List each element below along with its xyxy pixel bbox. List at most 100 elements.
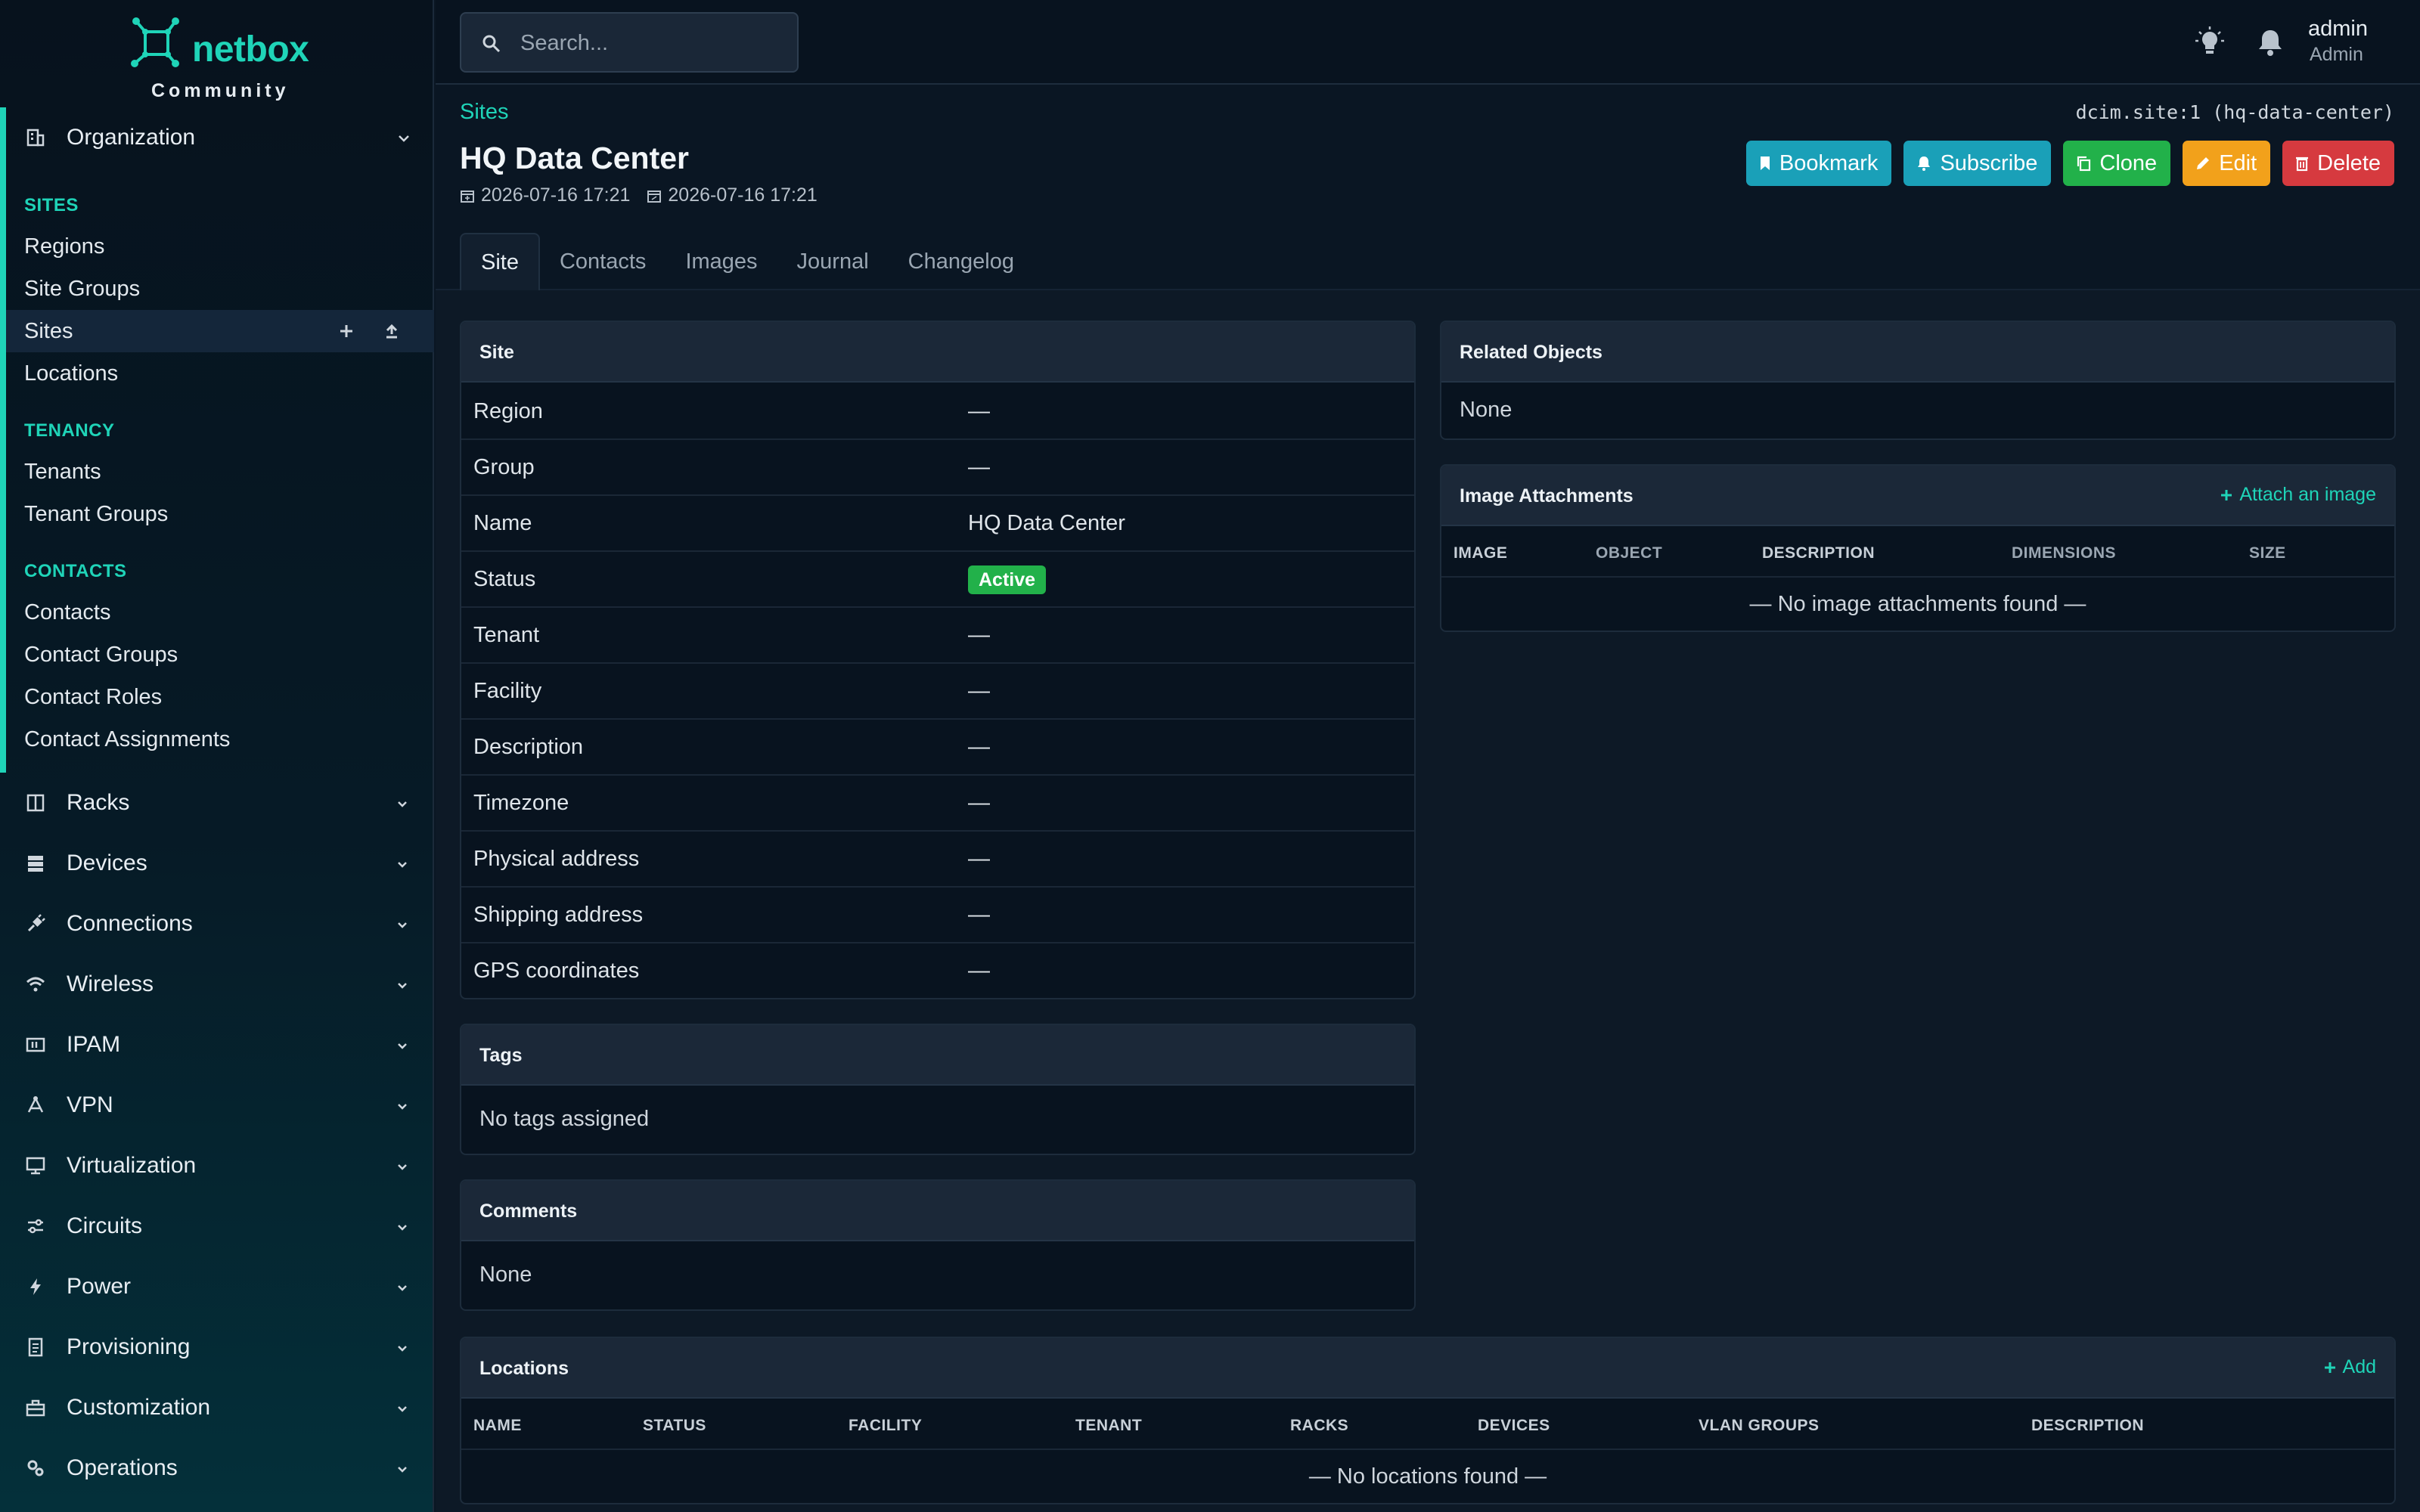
sidebar-item-contacts[interactable]: Contacts bbox=[6, 591, 434, 634]
sidebar-item-contact-roles[interactable]: Contact Roles bbox=[6, 676, 434, 718]
lightbulb-icon[interactable] bbox=[2193, 26, 2226, 59]
server-icon bbox=[24, 852, 47, 875]
section-title-sites: SITES bbox=[24, 195, 79, 215]
menu-customization[interactable]: Customization bbox=[0, 1377, 434, 1438]
chevron-down-icon bbox=[393, 915, 411, 933]
locations-empty-text: — No locations found — bbox=[1308, 1464, 1547, 1489]
breadcrumb-sites[interactable]: Sites bbox=[460, 100, 508, 125]
wifi-icon bbox=[24, 973, 47, 996]
related-objects-card: Related Objects None bbox=[1440, 321, 2396, 440]
related-objects-card-header: Related Objects bbox=[1441, 322, 2394, 383]
delete-button[interactable]: Delete bbox=[2282, 141, 2394, 186]
locations-table-header: NAME STATUS FACILITY TENANT RACKS DEVICE… bbox=[461, 1400, 2394, 1450]
chevron-down-icon bbox=[393, 975, 411, 993]
user-name[interactable]: admin bbox=[2308, 17, 2368, 42]
plus-icon bbox=[2221, 489, 2232, 500]
sidebar-item-tenant-groups[interactable]: Tenant Groups bbox=[6, 493, 434, 535]
pencil-icon bbox=[2197, 157, 2210, 169]
sidebar-item-tenants[interactable]: Tenants bbox=[6, 451, 434, 493]
menu-wireless[interactable]: Wireless bbox=[0, 954, 434, 1015]
created-stamp: 2026-07-16 17:21 bbox=[460, 184, 630, 206]
field-row-name: Name HQ Data Center bbox=[461, 496, 1414, 552]
sidebar-item-regions[interactable]: Regions bbox=[6, 225, 434, 268]
menu-devices[interactable]: Devices bbox=[0, 833, 434, 894]
updated-stamp: 2026-07-16 17:21 bbox=[647, 184, 818, 206]
ip-network-icon bbox=[24, 1033, 47, 1056]
global-search[interactable] bbox=[460, 12, 799, 73]
chevron-down-icon bbox=[393, 1217, 411, 1235]
add-site-icon[interactable] bbox=[336, 321, 357, 342]
attach-image-link[interactable]: Attach an image bbox=[2220, 484, 2376, 506]
menu-vpn[interactable]: VPN bbox=[0, 1075, 434, 1136]
search-icon bbox=[482, 35, 501, 53]
chevron-down-icon bbox=[393, 1459, 411, 1477]
menu-virtualization[interactable]: Virtualization bbox=[0, 1136, 434, 1196]
tab-contacts[interactable]: Contacts bbox=[540, 233, 666, 290]
image-attachments-card-header: Image Attachments Attach an image bbox=[1441, 466, 2394, 526]
comments-empty-text: None bbox=[479, 1263, 532, 1287]
chevron-down-icon bbox=[393, 1278, 411, 1296]
object-actions: Bookmark Subscribe Clone Edit Delete bbox=[1745, 141, 2394, 186]
add-location-link[interactable]: Add bbox=[2323, 1356, 2376, 1378]
locations-card: Locations Add NAME STATUS FACILITY TENAN… bbox=[460, 1337, 2396, 1504]
edit-button[interactable]: Edit bbox=[2183, 141, 2271, 186]
menu-organization-toggle[interactable]: Organization bbox=[6, 107, 440, 168]
field-row-facility: Facility — bbox=[461, 664, 1414, 720]
status-badge: Active bbox=[968, 565, 1047, 594]
image-attachments-table-header: IMAGE OBJECT DESCRIPTION DIMENSIONS SIZE bbox=[1441, 528, 2394, 578]
field-row-tenant: Tenant — bbox=[461, 608, 1414, 664]
menu-connections[interactable]: Connections bbox=[0, 894, 434, 954]
chevron-down-icon bbox=[393, 1157, 411, 1175]
menu-circuits[interactable]: Circuits bbox=[0, 1196, 434, 1256]
field-row-region: Region — bbox=[461, 384, 1414, 440]
site-card-header: Site bbox=[461, 322, 1414, 383]
sidebar-item-locations[interactable]: Locations bbox=[6, 352, 434, 395]
sidebar-item-sites[interactable]: Sites bbox=[6, 310, 434, 352]
sidebar-item-site-groups[interactable]: Site Groups bbox=[6, 268, 434, 310]
chevron-down-icon bbox=[393, 1036, 411, 1054]
building-icon bbox=[24, 126, 47, 149]
brand-logo[interactable]: netbox Community bbox=[129, 15, 310, 101]
user-role: Admin bbox=[2310, 44, 2363, 65]
section-title-tenancy: TENANCY bbox=[24, 420, 115, 441]
menu-ipam[interactable]: IPAM bbox=[0, 1015, 434, 1075]
search-input[interactable] bbox=[520, 26, 777, 60]
chevron-down-icon bbox=[393, 854, 411, 872]
tab-journal[interactable]: Journal bbox=[777, 233, 889, 290]
object-identifier: dcim.site:1 (hq-data-center) bbox=[2075, 101, 2394, 123]
circuit-icon bbox=[24, 1215, 47, 1238]
clone-button[interactable]: Clone bbox=[2063, 141, 2171, 186]
plug-icon bbox=[24, 912, 47, 935]
bookmark-button[interactable]: Bookmark bbox=[1745, 141, 1892, 186]
tags-empty-text: No tags assigned bbox=[479, 1107, 650, 1131]
monitor-icon bbox=[24, 1154, 47, 1177]
tags-card-header: Tags bbox=[461, 1025, 1414, 1086]
menu-provisioning[interactable]: Provisioning bbox=[0, 1317, 434, 1377]
sidebar-item-contact-assignments[interactable]: Contact Assignments bbox=[6, 718, 434, 761]
menu-operations[interactable]: Operations bbox=[0, 1438, 434, 1498]
field-row-status: Status Active bbox=[461, 552, 1414, 608]
top-bar: admin Admin bbox=[436, 0, 2420, 85]
comments-card-header: Comments bbox=[461, 1181, 1414, 1241]
image-attachments-empty-text: — No image attachments found — bbox=[1749, 591, 2086, 616]
tab-images[interactable]: Images bbox=[666, 233, 777, 290]
menu-power[interactable]: Power bbox=[0, 1256, 434, 1317]
trash-icon bbox=[2296, 156, 2309, 172]
bell-icon[interactable] bbox=[2254, 26, 2287, 59]
tab-changelog[interactable]: Changelog bbox=[889, 233, 1034, 290]
subscribe-button[interactable]: Subscribe bbox=[1903, 141, 2052, 186]
tab-site[interactable]: Site bbox=[460, 233, 540, 290]
import-sites-icon[interactable] bbox=[381, 321, 402, 342]
sidebar: netbox Community Organization SITES Regi… bbox=[0, 0, 434, 1512]
sidebar-item-contact-groups[interactable]: Contact Groups bbox=[6, 634, 434, 676]
brand-name: netbox bbox=[192, 29, 309, 70]
site-card: Site Region — Group — Name HQ Data Center S… bbox=[460, 321, 1416, 999]
calendar-plus-icon bbox=[461, 190, 474, 203]
toolbox-icon bbox=[24, 1396, 47, 1419]
file-document-icon bbox=[24, 1336, 47, 1359]
related-objects-empty-text: None bbox=[1460, 398, 1512, 422]
menu-racks[interactable]: Racks bbox=[0, 773, 434, 833]
netbox-logo-icon bbox=[131, 17, 179, 67]
bell-plus-icon bbox=[1918, 156, 1931, 171]
cogs-icon bbox=[24, 1457, 47, 1479]
